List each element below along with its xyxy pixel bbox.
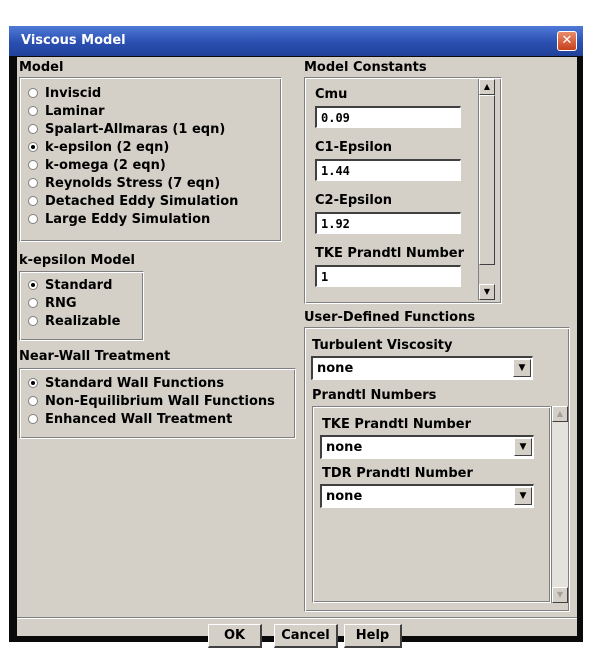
kepsilon-option-standard[interactable]: Standard: [28, 278, 112, 294]
option-label: Standard: [45, 278, 113, 293]
model-option-large-eddy[interactable]: Large Eddy Simulation: [28, 212, 210, 228]
radio-icon[interactable]: [28, 214, 38, 224]
kepsilon-option-rng[interactable]: RNG: [28, 296, 77, 312]
button-separator: [17, 617, 577, 619]
c2-epsilon-label: C2-Epsilon: [315, 193, 393, 208]
viscous-model-window: Viscous Model ✕ Model Inviscid Laminar S…: [9, 26, 583, 648]
radio-selected-icon[interactable]: [28, 142, 38, 152]
option-label: k-epsilon (2 eqn): [45, 140, 170, 155]
chevron-down-icon[interactable]: ▼: [513, 359, 531, 377]
option-label: RNG: [45, 296, 77, 311]
model-option-inviscid[interactable]: Inviscid: [28, 86, 101, 102]
kepsilon-option-realizable[interactable]: Realizable: [28, 314, 120, 330]
near-wall-group: Standard Wall Functions Non-Equilibrium …: [19, 368, 296, 439]
c2-epsilon-input[interactable]: 1.92: [315, 212, 461, 234]
model-option-reynolds-stress[interactable]: Reynolds Stress (7 eqn): [28, 176, 220, 192]
udf-scrollbar[interactable]: ▲ ▼: [551, 406, 568, 603]
model-option-spalart-allmaras[interactable]: Spalart-Allmaras (1 eqn): [28, 122, 225, 138]
cmu-label: Cmu: [315, 87, 348, 102]
scroll-thumb[interactable]: [479, 95, 495, 265]
radio-icon[interactable]: [28, 298, 38, 308]
chevron-down-icon[interactable]: ▼: [514, 438, 532, 456]
prandtl-numbers-group: TKE Prandtl Number none ▼ TDR Prandtl Nu…: [312, 406, 551, 603]
radio-icon[interactable]: [28, 106, 38, 116]
option-label: Spalart-Allmaras (1 eqn): [45, 122, 226, 137]
near-wall-section-label: Near-Wall Treatment: [19, 349, 171, 364]
radio-icon[interactable]: [28, 196, 38, 206]
close-icon[interactable]: ✕: [557, 31, 577, 51]
tke-prandtl-udf-value: none: [326, 440, 363, 455]
tke-prandtl-label: TKE Prandtl Number: [315, 246, 465, 261]
help-button[interactable]: Help: [344, 624, 402, 648]
model-option-k-omega[interactable]: k-omega (2 eqn): [28, 158, 166, 174]
scroll-down-icon[interactable]: ▼: [479, 284, 495, 300]
ok-button[interactable]: OK: [208, 624, 262, 648]
udf-section-label: User-Defined Functions: [304, 310, 476, 325]
prandtl-numbers-label: Prandtl Numbers: [312, 388, 437, 403]
model-option-k-epsilon[interactable]: k-epsilon (2 eqn): [28, 140, 169, 156]
option-label: Large Eddy Simulation: [45, 212, 211, 227]
option-label: Enhanced Wall Treatment: [45, 412, 233, 427]
dialog-body: Model Inviscid Laminar Spalart-Allmaras …: [17, 57, 577, 648]
model-option-detached-eddy[interactable]: Detached Eddy Simulation: [28, 194, 238, 210]
chevron-down-icon[interactable]: ▼: [514, 487, 532, 505]
radio-icon[interactable]: [28, 396, 38, 406]
scroll-down-icon[interactable]: ▼: [552, 587, 568, 603]
model-group: Inviscid Laminar Spalart-Allmaras (1 eqn…: [19, 77, 282, 242]
tke-prandtl-udf-label: TKE Prandtl Number: [322, 417, 472, 432]
turbulent-viscosity-label: Turbulent Viscosity: [312, 338, 453, 353]
kepsilon-group: Standard RNG Realizable: [19, 271, 144, 341]
radio-icon[interactable]: [28, 414, 38, 424]
scroll-up-icon[interactable]: ▲: [552, 406, 568, 422]
option-label: Standard Wall Functions: [45, 376, 225, 391]
option-label: k-omega (2 eqn): [45, 158, 166, 173]
tke-prandtl-input[interactable]: 1: [315, 265, 461, 287]
radio-selected-icon[interactable]: [28, 280, 38, 290]
radio-icon[interactable]: [28, 160, 38, 170]
tke-prandtl-udf-select[interactable]: none ▼: [320, 435, 534, 459]
model-constants-scrollbar[interactable]: ▲ ▼: [478, 79, 495, 300]
option-label: Inviscid: [45, 86, 102, 101]
model-constants-group: Cmu 0.09 C1-Epsilon 1.44 C2-Epsilon 1.92…: [304, 77, 502, 304]
kepsilon-section-label: k-epsilon Model: [19, 253, 135, 268]
model-section-label: Model: [19, 60, 64, 75]
radio-icon[interactable]: [28, 88, 38, 98]
cancel-button[interactable]: Cancel: [274, 624, 338, 648]
scroll-up-icon[interactable]: ▲: [479, 79, 495, 95]
near-wall-option-enhanced[interactable]: Enhanced Wall Treatment: [28, 412, 232, 428]
option-label: Non-Equilibrium Wall Functions: [45, 394, 275, 409]
option-label: Detached Eddy Simulation: [45, 194, 239, 209]
near-wall-option-standard[interactable]: Standard Wall Functions: [28, 376, 224, 392]
option-label: Reynolds Stress (7 eqn): [45, 176, 221, 191]
radio-selected-icon[interactable]: [28, 378, 38, 388]
c1-epsilon-label: C1-Epsilon: [315, 140, 393, 155]
turbulent-viscosity-value: none: [317, 361, 354, 376]
tdr-prandtl-udf-value: none: [326, 489, 363, 504]
model-constants-label: Model Constants: [304, 60, 427, 75]
radio-icon[interactable]: [28, 178, 38, 188]
tdr-prandtl-udf-label: TDR Prandtl Number: [322, 466, 473, 481]
near-wall-option-non-equilibrium[interactable]: Non-Equilibrium Wall Functions: [28, 394, 275, 410]
radio-icon[interactable]: [28, 124, 38, 134]
title-bar[interactable]: Viscous Model ✕: [9, 26, 583, 56]
c1-epsilon-input[interactable]: 1.44: [315, 159, 461, 181]
turbulent-viscosity-select[interactable]: none ▼: [311, 356, 533, 380]
option-label: Laminar: [45, 104, 105, 119]
radio-icon[interactable]: [28, 316, 38, 326]
option-label: Realizable: [45, 314, 121, 329]
model-option-laminar[interactable]: Laminar: [28, 104, 105, 120]
cmu-input[interactable]: 0.09: [315, 106, 461, 128]
udf-group: Turbulent Viscosity none ▼ Prandtl Numbe…: [304, 327, 570, 612]
window-title: Viscous Model: [21, 33, 126, 48]
tdr-prandtl-udf-select[interactable]: none ▼: [320, 484, 534, 508]
